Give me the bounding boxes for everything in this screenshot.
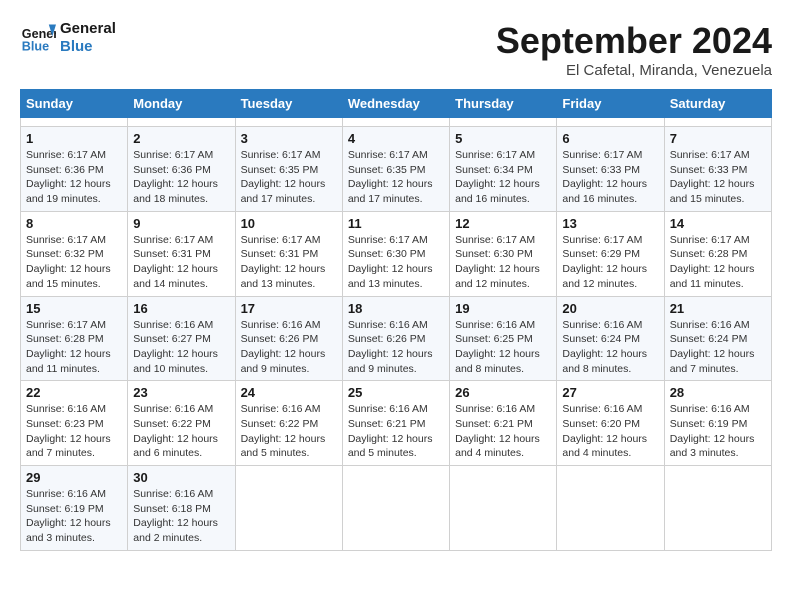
- day-17: 17 Sunrise: 6:16 AMSunset: 6:26 PMDaylig…: [235, 296, 342, 381]
- day-27: 27 Sunrise: 6:16 AMSunset: 6:20 PMDaylig…: [557, 381, 664, 466]
- day-5: 5 Sunrise: 6:17 AMSunset: 6:34 PMDayligh…: [450, 127, 557, 212]
- empty-cell: [450, 466, 557, 551]
- day-24: 24 Sunrise: 6:16 AMSunset: 6:22 PMDaylig…: [235, 381, 342, 466]
- col-friday: Friday: [557, 90, 664, 118]
- empty-cell: [342, 118, 449, 127]
- location-title: El Cafetal, Miranda, Venezuela: [496, 62, 772, 79]
- day-28: 28 Sunrise: 6:16 AMSunset: 6:19 PMDaylig…: [664, 381, 771, 466]
- col-saturday: Saturday: [664, 90, 771, 118]
- empty-cell: [450, 118, 557, 127]
- day-18: 18 Sunrise: 6:16 AMSunset: 6:26 PMDaylig…: [342, 296, 449, 381]
- day-30: 30 Sunrise: 6:16 AMSunset: 6:18 PMDaylig…: [128, 466, 235, 551]
- month-title: September 2024: [496, 20, 772, 62]
- calendar-header-row: Sunday Monday Tuesday Wednesday Thursday…: [21, 90, 772, 118]
- day-13: 13 Sunrise: 6:17 AMSunset: 6:29 PMDaylig…: [557, 211, 664, 296]
- week-row-4: 22 Sunrise: 6:16 AMSunset: 6:23 PMDaylig…: [21, 381, 772, 466]
- col-monday: Monday: [128, 90, 235, 118]
- empty-cell: [235, 118, 342, 127]
- day-8: 8 Sunrise: 6:17 AMSunset: 6:32 PMDayligh…: [21, 211, 128, 296]
- empty-cell: [128, 118, 235, 127]
- day-10: 10 Sunrise: 6:17 AMSunset: 6:31 PMDaylig…: [235, 211, 342, 296]
- day-25: 25 Sunrise: 6:16 AMSunset: 6:21 PMDaylig…: [342, 381, 449, 466]
- day-6: 6 Sunrise: 6:17 AMSunset: 6:33 PMDayligh…: [557, 127, 664, 212]
- day-1: 1 Sunrise: 6:17 AMSunset: 6:36 PMDayligh…: [21, 127, 128, 212]
- day-3: 3 Sunrise: 6:17 AMSunset: 6:35 PMDayligh…: [235, 127, 342, 212]
- week-row-3: 15 Sunrise: 6:17 AMSunset: 6:28 PMDaylig…: [21, 296, 772, 381]
- day-12: 12 Sunrise: 6:17 AMSunset: 6:30 PMDaylig…: [450, 211, 557, 296]
- week-row-1a: 1 Sunrise: 6:17 AMSunset: 6:36 PMDayligh…: [21, 127, 772, 212]
- logo-icon: General Blue: [20, 20, 56, 56]
- day-29: 29 Sunrise: 6:16 AMSunset: 6:19 PMDaylig…: [21, 466, 128, 551]
- day-23: 23 Sunrise: 6:16 AMSunset: 6:22 PMDaylig…: [128, 381, 235, 466]
- col-tuesday: Tuesday: [235, 90, 342, 118]
- day-21: 21 Sunrise: 6:16 AMSunset: 6:24 PMDaylig…: [664, 296, 771, 381]
- day-16: 16 Sunrise: 6:16 AMSunset: 6:27 PMDaylig…: [128, 296, 235, 381]
- page-header: General Blue General Blue September 2024…: [20, 20, 772, 79]
- svg-text:Blue: Blue: [22, 40, 49, 54]
- empty-cell: [342, 466, 449, 551]
- day-26: 26 Sunrise: 6:16 AMSunset: 6:21 PMDaylig…: [450, 381, 557, 466]
- title-area: September 2024 El Cafetal, Miranda, Vene…: [496, 20, 772, 79]
- day-7: 7 Sunrise: 6:17 AMSunset: 6:33 PMDayligh…: [664, 127, 771, 212]
- empty-cell: [664, 118, 771, 127]
- calendar-table: Sunday Monday Tuesday Wednesday Thursday…: [20, 89, 772, 551]
- col-wednesday: Wednesday: [342, 90, 449, 118]
- empty-cell: [557, 466, 664, 551]
- day-11: 11 Sunrise: 6:17 AMSunset: 6:30 PMDaylig…: [342, 211, 449, 296]
- day-2: 2 Sunrise: 6:17 AMSunset: 6:36 PMDayligh…: [128, 127, 235, 212]
- day-22: 22 Sunrise: 6:16 AMSunset: 6:23 PMDaylig…: [21, 381, 128, 466]
- col-sunday: Sunday: [21, 90, 128, 118]
- day-14: 14 Sunrise: 6:17 AMSunset: 6:28 PMDaylig…: [664, 211, 771, 296]
- week-row-2: 8 Sunrise: 6:17 AMSunset: 6:32 PMDayligh…: [21, 211, 772, 296]
- empty-cell: [557, 118, 664, 127]
- empty-cell: [21, 118, 128, 127]
- day-15: 15 Sunrise: 6:17 AMSunset: 6:28 PMDaylig…: [21, 296, 128, 381]
- day-9: 9 Sunrise: 6:17 AMSunset: 6:31 PMDayligh…: [128, 211, 235, 296]
- empty-cell: [664, 466, 771, 551]
- week-row-1: [21, 118, 772, 127]
- day-19: 19 Sunrise: 6:16 AMSunset: 6:25 PMDaylig…: [450, 296, 557, 381]
- logo: General Blue General Blue: [20, 20, 116, 56]
- day-20: 20 Sunrise: 6:16 AMSunset: 6:24 PMDaylig…: [557, 296, 664, 381]
- week-row-5: 29 Sunrise: 6:16 AMSunset: 6:19 PMDaylig…: [21, 466, 772, 551]
- empty-cell: [235, 466, 342, 551]
- day-4: 4 Sunrise: 6:17 AMSunset: 6:35 PMDayligh…: [342, 127, 449, 212]
- col-thursday: Thursday: [450, 90, 557, 118]
